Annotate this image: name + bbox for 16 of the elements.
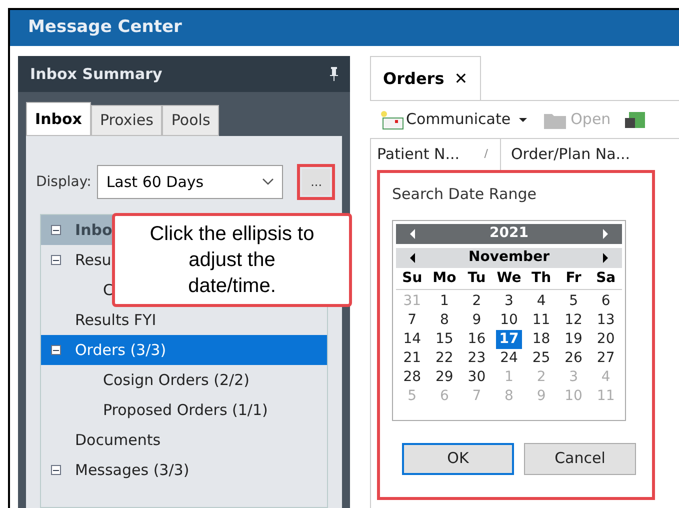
column-header-label: Patient N... [377,144,460,166]
weekday-label: Su [401,268,424,288]
month-label: November [468,248,550,267]
year-label: 2021 [490,224,528,243]
panel-title: Inbox Summary [30,64,162,85]
weekday-label: Sa [595,268,617,288]
weekday-label: Tu [466,268,487,288]
weekday-label: We [496,268,522,288]
weekday-label: Fr [564,268,582,288]
weekday-label: Mo [432,268,458,288]
display-label: Display: [36,172,92,192]
callout-tooltip: Click the ellipsis to adjust the date/time. [112,213,352,307]
sort-indicator: / [484,146,488,162]
window-title: Message Center [10,10,679,46]
popup-title: Search Date Range [392,184,538,205]
weekday-label: Th [530,268,552,288]
